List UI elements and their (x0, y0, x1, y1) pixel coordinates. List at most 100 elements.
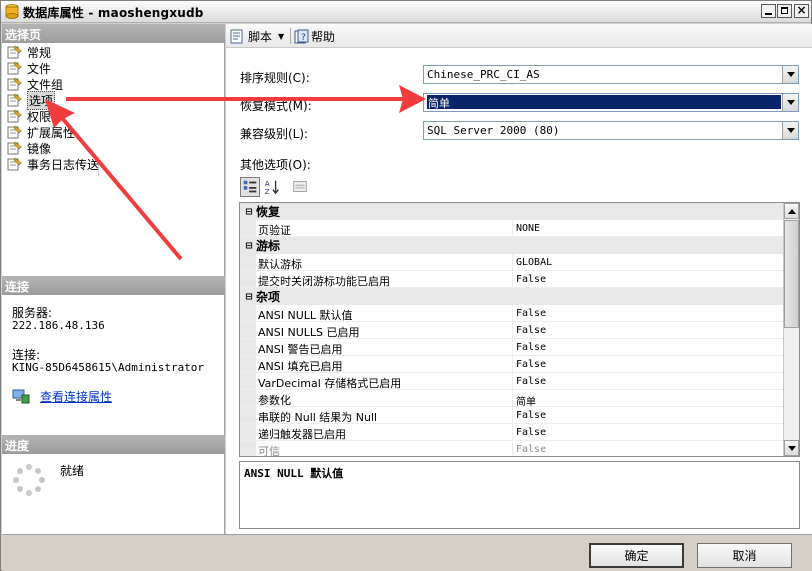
page-item-3[interactable]: 选项 (6, 90, 106, 110)
close-icon: × (796, 3, 807, 17)
dropdown-arrow-icon[interactable]: ▼ (278, 32, 284, 41)
page-wrench-icon (7, 61, 22, 75)
grid-row[interactable]: 提交时关闭游标功能已启用 False (240, 271, 785, 288)
left-panel: 选择页 常规 文件 文件组 选项 权限 扩展属性 镜像 事务日志传送 连接 服务器: 222.… (2, 24, 225, 534)
page-wrench-icon (7, 77, 22, 91)
grid-category: ⊟ 游标 (240, 237, 785, 254)
other-options-label: 其他选项(O): (240, 158, 311, 172)
grid-row-margin (240, 254, 256, 270)
grid-category-name: 杂项 (256, 290, 281, 304)
help-button[interactable]: ? 帮助 (294, 27, 335, 45)
progress-header: 进度 (2, 435, 225, 454)
collapse-icon[interactable]: ⊟ (242, 205, 256, 218)
maximize-button[interactable] (777, 4, 792, 18)
collapse-icon[interactable]: ⊟ (242, 239, 256, 252)
grid-row-name: ANSI NULL 默认值 (256, 305, 513, 321)
grid-row-value[interactable]: False (513, 339, 785, 355)
compat-level-label: 兼容级别(L): (240, 127, 309, 141)
grid-row[interactable]: 可信 False (240, 441, 785, 456)
grid-row-value[interactable]: False (513, 407, 785, 423)
database-icon (5, 4, 19, 19)
page-item-label: 事务日志传送 (27, 157, 100, 172)
grid-row[interactable]: 递归触发器已启用 False (240, 424, 785, 441)
vertical-scrollbar[interactable] (783, 203, 799, 456)
chevron-down-icon[interactable] (782, 122, 798, 139)
scroll-down-icon[interactable] (784, 440, 799, 456)
page-item-label: 权限 (27, 109, 52, 124)
help-book-icon: ? (294, 29, 309, 43)
grid-row[interactable]: ANSI 警告已启用 False (240, 339, 785, 356)
grid-row[interactable]: VarDecimal 存储格式已启用 False (240, 373, 785, 390)
categorized-button[interactable] (240, 177, 260, 197)
grid-row[interactable]: ANSI NULL 默认值 False (240, 305, 785, 322)
grid-row-margin (240, 339, 256, 355)
grid-row-margin (240, 271, 256, 287)
cancel-button[interactable]: 取消 (697, 543, 792, 568)
page-wrench-icon (7, 45, 22, 59)
view-connection-properties-link[interactable]: 查看连接属性 (40, 388, 112, 405)
ok-button[interactable]: 确定 (589, 543, 684, 568)
compat-level-select[interactable]: SQL Server 2000 (80) (423, 121, 799, 140)
grid-row-margin (240, 407, 256, 423)
recovery-model-select[interactable]: 简单 (423, 93, 799, 112)
grid-row-value[interactable]: False (513, 322, 785, 338)
page-item-6[interactable]: 镜像 (6, 140, 106, 156)
page-item-2[interactable]: 文件组 (6, 76, 106, 92)
grid-row-margin (240, 322, 256, 338)
grid-row[interactable]: ANSI 填充已启用 False (240, 356, 785, 373)
grid-row[interactable]: 默认游标 GLOBAL (240, 254, 785, 271)
grid-row-name: 默认游标 (256, 254, 513, 270)
grid-row-name: ANSI 填充已启用 (256, 356, 513, 372)
scroll-up-icon[interactable] (784, 203, 799, 219)
grid-row-value[interactable]: False (513, 305, 785, 321)
page-item-7[interactable]: 事务日志传送 (6, 156, 106, 172)
grid-row-value[interactable]: GLOBAL (513, 254, 785, 270)
grid-row[interactable]: 页验证 NONE (240, 220, 785, 237)
collapse-icon[interactable]: ⊟ (242, 290, 256, 303)
property-pages-button[interactable] (290, 177, 310, 197)
page-item-5[interactable]: 扩展属性 (6, 124, 106, 140)
grid-row-name: 递归触发器已启用 (256, 424, 513, 440)
page-item-0[interactable]: 常规 (6, 44, 106, 60)
script-icon (230, 29, 243, 43)
database-properties-dialog: 数据库属性 - maoshengxudb × 选择页 常规 文件 文件组 选项 权限 扩展… (0, 0, 812, 571)
right-panel: 脚本 ▼ ? 帮助 排序规则(C): Chinese_PRC_CI_AS 恢复模… (226, 24, 812, 534)
grid-row-margin (240, 390, 256, 406)
grid-row-value[interactable]: False (513, 373, 785, 389)
svg-text:Z: Z (265, 187, 270, 196)
grid-row-margin (240, 373, 256, 389)
grid-row-value[interactable]: 简单 (513, 390, 785, 408)
toolbar: 脚本 ▼ ? 帮助 (226, 24, 812, 48)
collation-select[interactable]: Chinese_PRC_CI_AS (423, 65, 799, 84)
minimize-button[interactable] (761, 4, 776, 18)
grid-row-name: 页验证 (256, 220, 513, 236)
page-item-label: 文件 (27, 61, 52, 76)
page-item-4[interactable]: 权限 (6, 108, 106, 124)
property-pages-icon (293, 181, 307, 192)
maximize-icon (781, 7, 788, 14)
grid-row[interactable]: ANSI NULLS 已启用 False (240, 322, 785, 339)
dialog-button-bar: 确定 取消 (2, 534, 812, 571)
script-button[interactable]: 脚本 ▼ (229, 27, 284, 45)
page-wrench-icon (7, 125, 22, 139)
grid-row-value[interactable]: False (513, 441, 785, 456)
grid-row-value[interactable]: False (513, 424, 785, 440)
grid-row[interactable]: 串联的 Null 结果为 Null False (240, 407, 785, 424)
chevron-down-icon[interactable] (782, 66, 798, 83)
collation-value: Chinese_PRC_CI_AS (427, 68, 540, 81)
alphabetical-button[interactable]: A Z (262, 177, 282, 197)
toolbar-separator (290, 28, 291, 44)
page-item-label: 常规 (27, 45, 52, 60)
grid-row[interactable]: 参数化 简单 (240, 390, 785, 408)
close-button[interactable]: × (794, 3, 809, 18)
connection-properties-icon (12, 389, 30, 404)
chevron-down-icon[interactable] (782, 94, 798, 111)
compat-level-value: SQL Server 2000 (80) (427, 124, 560, 137)
grid-row-value[interactable]: False (513, 356, 785, 372)
scrollbar-thumb[interactable] (784, 220, 799, 328)
grid-row-value[interactable]: NONE (513, 220, 785, 236)
grid-row-value[interactable]: False (513, 271, 785, 287)
page-item-1[interactable]: 文件 (6, 60, 106, 76)
svg-text:?: ? (301, 33, 306, 43)
progress-status: 就绪 (60, 464, 85, 478)
